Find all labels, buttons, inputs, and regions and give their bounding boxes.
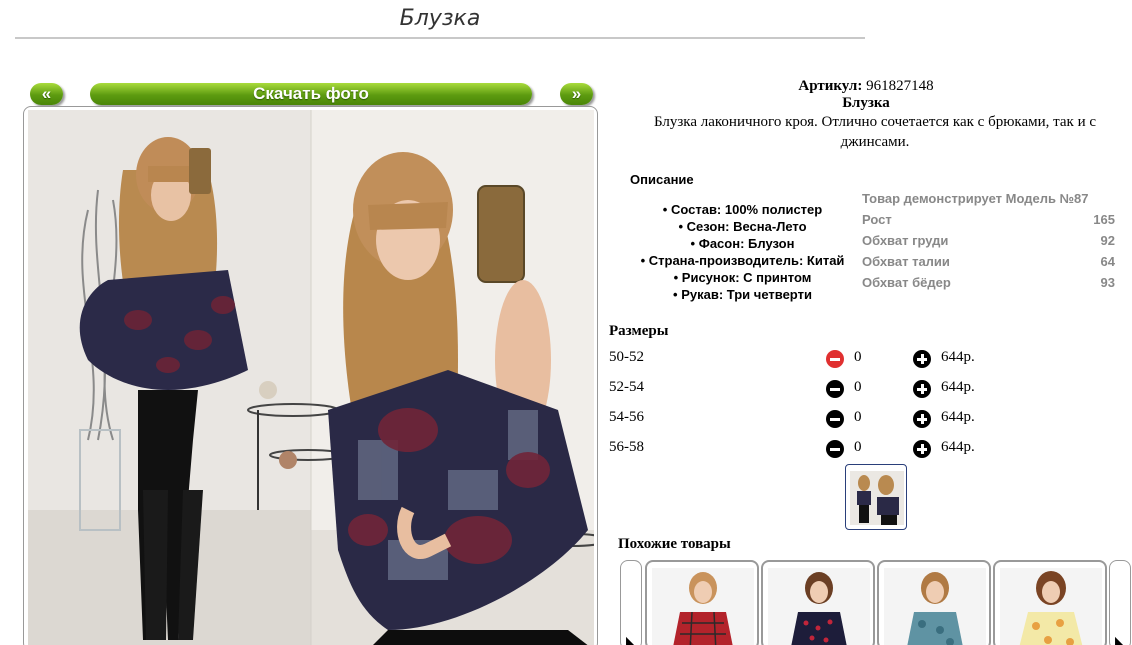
description-block: Описание Состав: 100% полистер Сезон: Ве… — [620, 172, 865, 303]
page-title: Блузка — [15, 6, 865, 39]
similar-heading: Похожие товары — [618, 536, 731, 552]
size-quantity: 0 — [854, 439, 862, 455]
sku-label: Артикул: — [798, 78, 863, 94]
similar-prev-button[interactable]: ◣ — [620, 560, 642, 645]
description-item: Сезон: Весна-Лето — [620, 218, 865, 235]
size-label: 52-54 — [609, 379, 644, 395]
model-row-value: 92 — [1100, 233, 1115, 248]
size-price: 644р. — [941, 409, 975, 425]
description-list: Состав: 100% полистер Сезон: Весна-Лето … — [620, 201, 865, 303]
description-item: Состав: 100% полистер — [620, 201, 865, 218]
next-photo-button[interactable]: » — [560, 83, 593, 105]
description-item: Страна-производитель: Китай — [620, 252, 865, 269]
similar-product-card[interactable] — [877, 560, 991, 645]
model-row-label: Рост — [862, 212, 892, 227]
decrease-quantity-icon[interactable] — [826, 440, 844, 458]
arrow-left-icon: ◣ — [626, 635, 635, 645]
increase-quantity-icon[interactable] — [913, 380, 931, 398]
description-item: Фасон: Блузон — [620, 235, 865, 252]
model-measurements: Товар демонстрирует Модель №87 Рост 165 О… — [862, 188, 1115, 293]
model-row-label: Обхват талии — [862, 254, 950, 269]
increase-quantity-icon[interactable] — [913, 410, 931, 428]
size-price: 644р. — [941, 379, 975, 395]
model-row: Рост 165 — [862, 209, 1115, 230]
description-heading: Описание — [630, 172, 694, 187]
model-row-label: Обхват бёдер — [862, 275, 951, 290]
product-info: Артикул: 961827148 Блузка Блузка лаконич… — [600, 78, 1132, 152]
product-summary: Блузка лаконичного кроя. Отлично сочетае… — [653, 114, 1097, 150]
size-row: 56-58 0 644р. — [609, 439, 989, 459]
download-photo-button[interactable]: Скачать фото — [90, 83, 532, 105]
sku-line: Артикул: 961827148 — [600, 78, 1132, 95]
size-row: 52-54 0 644р. — [609, 379, 989, 399]
decrease-quantity-icon[interactable] — [826, 410, 844, 428]
decrease-quantity-icon[interactable] — [826, 380, 844, 398]
size-quantity: 0 — [854, 349, 862, 365]
main-product-photo[interactable] — [28, 110, 594, 645]
size-label: 54-56 — [609, 409, 644, 425]
description-item: Рисунок: С принтом — [620, 269, 865, 286]
main-photo-frame — [23, 106, 598, 645]
arrow-right-icon: ◣ — [1115, 635, 1124, 645]
size-quantity: 0 — [854, 379, 862, 395]
size-row: 50-52 0 644р. — [609, 349, 989, 369]
size-label: 56-58 — [609, 439, 644, 455]
model-row-label: Обхват груди — [862, 233, 949, 248]
description-item: Рукав: Три четверти — [620, 286, 865, 303]
prev-photo-button[interactable]: « — [30, 83, 63, 105]
size-label: 50-52 — [609, 349, 644, 365]
similar-product-card[interactable] — [645, 560, 759, 645]
model-row: Обхват бёдер 93 — [862, 272, 1115, 293]
size-row: 54-56 0 644р. — [609, 409, 989, 429]
photo-thumbnail[interactable] — [845, 464, 907, 530]
size-price: 644р. — [941, 439, 975, 455]
similar-next-button[interactable]: ◣ — [1109, 560, 1131, 645]
similar-product-card[interactable] — [993, 560, 1107, 645]
model-row-value: 93 — [1100, 275, 1115, 290]
model-row: Обхват груди 92 — [862, 230, 1115, 251]
increase-quantity-icon[interactable] — [913, 350, 931, 368]
decrease-quantity-icon[interactable] — [826, 350, 844, 368]
model-row: Обхват талии 64 — [862, 251, 1115, 272]
size-price: 644р. — [941, 349, 975, 365]
size-quantity: 0 — [854, 409, 862, 425]
similar-product-card[interactable] — [761, 560, 875, 645]
sku-value: 961827148 — [866, 78, 934, 94]
increase-quantity-icon[interactable] — [913, 440, 931, 458]
product-name: Блузка — [842, 95, 890, 111]
sizes-heading: Размеры — [609, 323, 669, 339]
model-row-value: 64 — [1100, 254, 1115, 269]
model-heading: Товар демонстрирует Модель №87 — [862, 191, 1089, 206]
model-row-value: 165 — [1093, 212, 1115, 227]
